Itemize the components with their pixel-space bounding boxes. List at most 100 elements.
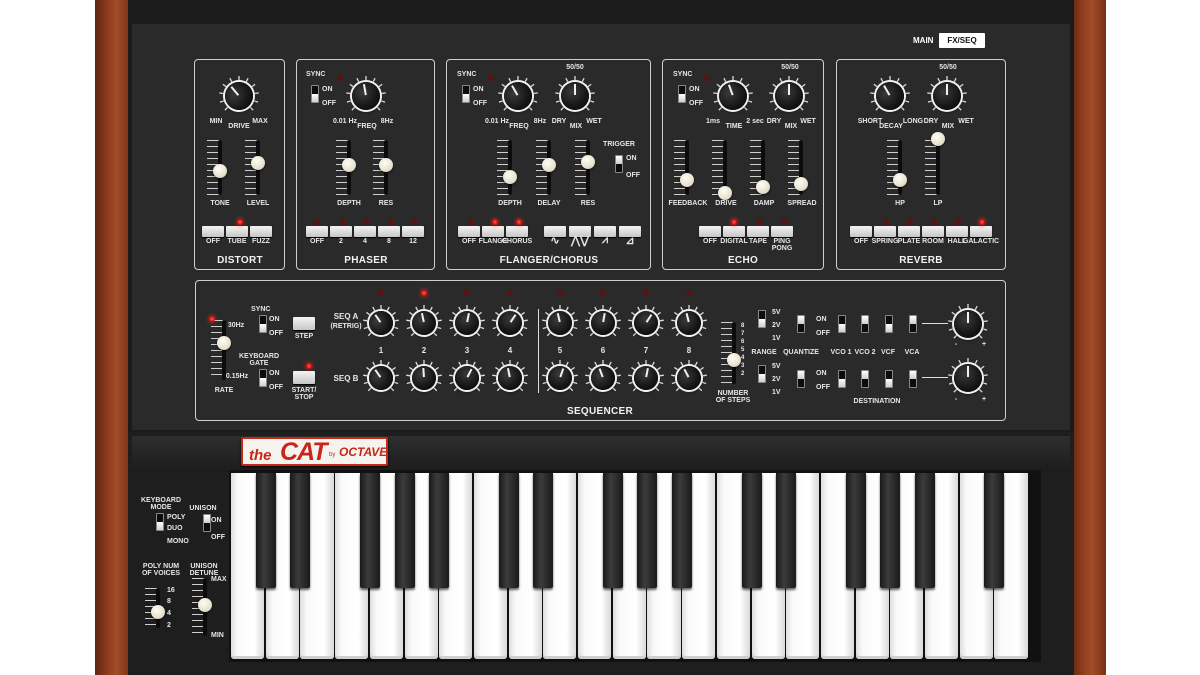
triangle-wave-icon[interactable]: ⋀⋁ bbox=[571, 234, 589, 247]
black-key-2[interactable] bbox=[290, 473, 311, 588]
unison-switch[interactable] bbox=[203, 514, 211, 532]
echo-drive-slider-handle[interactable] bbox=[718, 186, 732, 200]
seq-a-step-2-knob[interactable] bbox=[405, 304, 443, 342]
echo-button-0[interactable] bbox=[699, 226, 721, 237]
distort-level-slider-handle[interactable] bbox=[251, 156, 265, 170]
black-key-14[interactable] bbox=[880, 473, 901, 588]
phaser-button-2[interactable] bbox=[354, 226, 376, 237]
flanger-delay-slider-handle[interactable] bbox=[542, 158, 556, 172]
seq-a-dest-switch-4[interactable] bbox=[909, 315, 917, 333]
seq-a-step-8-knob[interactable] bbox=[670, 304, 708, 342]
flanger-button-1[interactable] bbox=[482, 226, 504, 237]
seq-a-step-4-knob[interactable] bbox=[491, 304, 529, 342]
distort-tone-slider-handle[interactable] bbox=[213, 164, 227, 178]
reverb-button-3[interactable] bbox=[922, 226, 944, 237]
saw-up-icon[interactable]: ⩘ bbox=[602, 234, 608, 247]
black-key-5[interactable] bbox=[429, 473, 450, 588]
seq-a-step-1-knob[interactable] bbox=[362, 304, 400, 342]
seq-rate-slider-handle[interactable] bbox=[217, 336, 231, 350]
distort-button-2[interactable] bbox=[250, 226, 272, 237]
seq-b-step-6-knob[interactable] bbox=[584, 359, 622, 397]
phaser-res-slider-handle[interactable] bbox=[379, 158, 393, 172]
black-key-3[interactable] bbox=[359, 473, 380, 588]
seq-a-step-6-knob[interactable] bbox=[584, 304, 622, 342]
seq-keyboard-gate-switch[interactable] bbox=[259, 369, 267, 387]
echo-time-knob[interactable] bbox=[712, 75, 754, 117]
black-key-7[interactable] bbox=[533, 473, 554, 588]
phaser-button-4[interactable] bbox=[402, 226, 424, 237]
seq-a-destination-amount-knob[interactable] bbox=[947, 303, 989, 345]
reverb-decay-knob[interactable] bbox=[869, 75, 911, 117]
reverb-button-2[interactable] bbox=[898, 226, 920, 237]
seq-b-dest-switch-1[interactable] bbox=[838, 370, 846, 388]
seq-b-step-8-knob[interactable] bbox=[670, 359, 708, 397]
tab-main[interactable]: MAIN bbox=[913, 36, 933, 45]
seq-number-of-steps-slider-handle[interactable] bbox=[727, 353, 741, 367]
distort-button-1[interactable] bbox=[226, 226, 248, 237]
phaser-button-1[interactable] bbox=[330, 226, 352, 237]
flanger-res-slider-handle[interactable] bbox=[581, 155, 595, 169]
seq-a-dest-switch-3[interactable] bbox=[885, 315, 893, 333]
black-key-13[interactable] bbox=[845, 473, 866, 588]
seq-b-step-7-knob[interactable] bbox=[627, 359, 665, 397]
black-key-9[interactable] bbox=[637, 473, 658, 588]
seq-b-step-1-knob[interactable] bbox=[362, 359, 400, 397]
flanger-button-0[interactable] bbox=[458, 226, 480, 237]
phaser-button-3[interactable] bbox=[378, 226, 400, 237]
seq-a-dest-switch-0[interactable] bbox=[797, 315, 805, 333]
echo-feedback-slider-handle[interactable] bbox=[680, 173, 694, 187]
tab-fx-seq[interactable]: FX/SEQ bbox=[939, 33, 985, 48]
seq-b-dest-switch-2[interactable] bbox=[861, 370, 869, 388]
echo-button-1[interactable] bbox=[723, 226, 745, 237]
flanger-depth-slider-handle[interactable] bbox=[503, 170, 517, 184]
distort-button-0[interactable] bbox=[202, 226, 224, 237]
flanger-trigger-switch[interactable] bbox=[615, 155, 623, 173]
seq-b-step-5-knob[interactable] bbox=[541, 359, 579, 397]
black-key-8[interactable] bbox=[602, 473, 623, 588]
seq-b-step-3-knob[interactable] bbox=[448, 359, 486, 397]
black-key-10[interactable] bbox=[672, 473, 693, 588]
phaser-sync-switch[interactable] bbox=[311, 85, 319, 103]
black-key-16[interactable] bbox=[984, 473, 1005, 588]
black-key-12[interactable] bbox=[776, 473, 797, 588]
reverb-button-1[interactable] bbox=[874, 226, 896, 237]
sine-wave-icon[interactable]: ∿ bbox=[550, 234, 559, 247]
flanger-freq-knob[interactable] bbox=[497, 75, 539, 117]
flanger-sync-switch[interactable] bbox=[462, 85, 470, 103]
black-key-1[interactable] bbox=[255, 473, 276, 588]
distort-drive-knob[interactable] bbox=[218, 75, 260, 117]
echo-button-2[interactable] bbox=[747, 226, 769, 237]
black-key-15[interactable] bbox=[915, 473, 935, 588]
saw-down-icon[interactable]: ⊿ bbox=[625, 234, 634, 247]
reverb-lp-slider-handle[interactable] bbox=[931, 132, 945, 146]
flanger-button-2[interactable] bbox=[506, 226, 528, 237]
seq-b-step-2-knob[interactable] bbox=[405, 359, 443, 397]
poly-num-voices-slider-handle[interactable] bbox=[151, 605, 165, 619]
seq-a-range-switch[interactable] bbox=[758, 310, 766, 328]
seq-step-button[interactable] bbox=[293, 317, 315, 330]
seq-b-dest-switch-4[interactable] bbox=[909, 370, 917, 388]
reverb-mix-knob[interactable] bbox=[926, 75, 968, 117]
reverb-button-5[interactable] bbox=[970, 226, 992, 237]
seq-b-dest-switch-0[interactable] bbox=[797, 370, 805, 388]
black-key-11[interactable] bbox=[741, 473, 762, 588]
echo-mix-knob[interactable] bbox=[768, 75, 810, 117]
seq-a-dest-switch-2[interactable] bbox=[861, 315, 869, 333]
keyboard-mode-switch[interactable] bbox=[156, 513, 164, 531]
echo-damp-slider-handle[interactable] bbox=[756, 180, 770, 194]
seq-b-destination-amount-knob[interactable] bbox=[947, 357, 989, 399]
phaser-button-0[interactable] bbox=[306, 226, 328, 237]
phaser-freq-knob[interactable] bbox=[345, 75, 387, 117]
black-key-6[interactable] bbox=[498, 473, 519, 588]
reverb-button-0[interactable] bbox=[850, 226, 872, 237]
reverb-hp-slider-handle[interactable] bbox=[893, 173, 907, 187]
echo-button-3[interactable] bbox=[771, 226, 793, 237]
unison-detune-slider-handle[interactable] bbox=[198, 598, 212, 612]
flanger-mix-knob[interactable] bbox=[554, 75, 596, 117]
phaser-depth-slider-handle[interactable] bbox=[342, 158, 356, 172]
black-key-4[interactable] bbox=[394, 473, 415, 588]
seq-a-step-7-knob[interactable] bbox=[627, 304, 665, 342]
seq-a-dest-switch-1[interactable] bbox=[838, 315, 846, 333]
seq-b-step-4-knob[interactable] bbox=[491, 359, 529, 397]
seq-sync-switch[interactable] bbox=[259, 315, 267, 333]
